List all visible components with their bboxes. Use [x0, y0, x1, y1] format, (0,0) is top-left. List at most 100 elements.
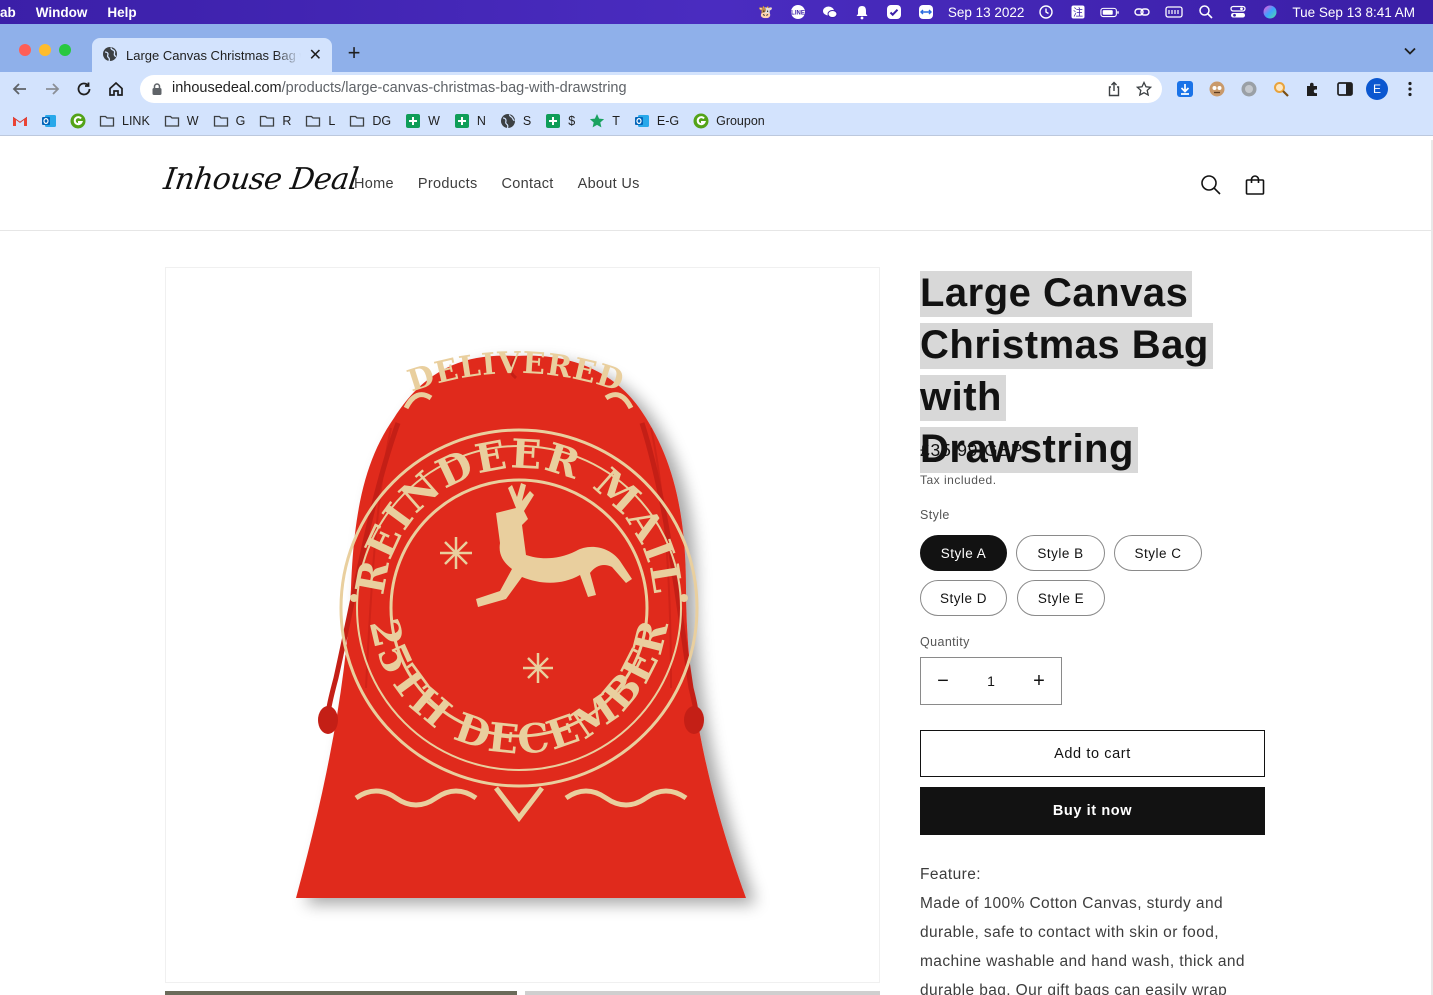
teamviewer-icon[interactable]	[916, 4, 936, 20]
product-gallery[interactable]: REINDEER MAIL 25TH DECEMBER DELIVERED	[165, 267, 880, 983]
description-line-1: Made of 100% Cotton Canvas, sturdy and	[920, 895, 1223, 912]
bookmark-item[interactable]: LINK	[99, 113, 150, 129]
bookmark-item[interactable]: E-G	[634, 113, 679, 129]
profile-avatar[interactable]: E	[1366, 78, 1388, 100]
bookmark-item[interactable]	[70, 113, 86, 129]
nav-products[interactable]: Products	[418, 176, 478, 192]
tab-search-chevron-icon[interactable]	[1403, 44, 1417, 58]
browser-toolbar: inhousedeal.com/products/large-canvas-ch…	[0, 72, 1433, 106]
gallery-thumbnail-strip[interactable]	[165, 991, 880, 995]
bookmark-label: W	[186, 113, 199, 128]
battery-icon[interactable]	[1100, 4, 1120, 20]
zoom-window-button[interactable]	[59, 44, 71, 56]
bookmark-star-icon[interactable]	[1135, 80, 1153, 101]
back-button[interactable]	[10, 79, 30, 99]
style-d-option[interactable]: Style D	[920, 580, 1007, 616]
bookmark-item[interactable]: DG	[349, 113, 391, 129]
bookmark-item[interactable]: S	[500, 113, 531, 129]
gmail-icon	[12, 113, 28, 129]
extensions-puzzle-icon[interactable]	[1303, 79, 1323, 99]
bookmark-item[interactable]: G	[213, 113, 246, 129]
kebab-menu-icon[interactable]	[1400, 79, 1420, 99]
lock-icon[interactable]	[151, 82, 163, 96]
bookmark-item[interactable]: L	[305, 113, 335, 129]
add-to-cart-button[interactable]: Add to cart	[920, 730, 1265, 777]
decrease-quantity-button[interactable]: −	[931, 670, 955, 694]
web-page: Inhouse Deal Home Products Contact About…	[0, 140, 1433, 995]
style-a-option[interactable]: Style A	[920, 535, 1007, 571]
bookmark-item[interactable]: N	[454, 113, 486, 129]
input-method-icon[interactable]: 注	[1068, 4, 1088, 20]
product-title-line-2: Christmas Bag with	[920, 323, 1213, 421]
nav-about-us[interactable]: About Us	[578, 176, 640, 192]
magnifier-extension-icon[interactable]	[1271, 79, 1291, 99]
bookmark-item[interactable]: W	[405, 113, 440, 129]
bookmark-item[interactable]: T	[589, 113, 620, 129]
forward-button[interactable]	[42, 79, 62, 99]
active-tab[interactable]: Large Canvas Christmas Bag with Drawstri…	[92, 38, 332, 72]
folder-icon	[349, 113, 365, 129]
link-icon[interactable]	[1132, 4, 1152, 20]
bookmark-item[interactable]: $	[545, 113, 575, 129]
siri-icon[interactable]	[1260, 4, 1280, 20]
bookmark-label: S	[522, 113, 532, 128]
notification-bell-icon[interactable]	[852, 4, 872, 20]
time-machine-icon[interactable]	[1036, 4, 1056, 20]
folder-icon	[305, 113, 321, 129]
style-c-option[interactable]: Style C	[1114, 535, 1202, 571]
increase-quantity-button[interactable]: +	[1027, 670, 1051, 694]
menu-window[interactable]: Window	[36, 5, 88, 20]
outlook-icon	[41, 113, 57, 129]
description-line-3: machine washable and hand wash, thick an…	[920, 953, 1245, 970]
bookmark-item[interactable]	[12, 113, 28, 129]
product-price: £35.99 GBP	[920, 440, 1024, 460]
tax-note: Tax included.	[920, 473, 997, 487]
nav-home[interactable]: Home	[354, 176, 394, 192]
bookmark-item[interactable]: W	[164, 113, 199, 129]
groupon-g-icon	[70, 113, 86, 129]
control-center-icon[interactable]	[1228, 4, 1248, 20]
share-icon[interactable]	[1106, 81, 1122, 101]
sheets-icon	[454, 113, 470, 129]
bookmark-item[interactable]	[41, 113, 57, 129]
wechat-icon[interactable]	[820, 4, 840, 20]
bookmark-label: LINK	[122, 113, 150, 128]
side-panel-icon[interactable]	[1335, 79, 1355, 99]
cart-icon[interactable]	[1243, 173, 1267, 197]
grey-circle-extension-icon[interactable]	[1239, 79, 1259, 99]
checkmark-app-icon[interactable]	[884, 4, 904, 20]
search-icon[interactable]	[1199, 173, 1223, 197]
menubar-date: Sep 13 2022	[947, 4, 1025, 20]
nav-contact[interactable]: Contact	[502, 176, 554, 192]
address-bar[interactable]: inhousedeal.com/products/large-canvas-ch…	[140, 75, 1162, 103]
thumbnail-2[interactable]	[525, 991, 880, 995]
close-window-button[interactable]	[19, 44, 31, 56]
home-button[interactable]	[106, 79, 126, 99]
close-tab-icon[interactable]: ✕	[309, 45, 322, 65]
cow-icon[interactable]: 🐮	[756, 4, 776, 20]
sheets-icon	[545, 113, 561, 129]
bookmark-label: G	[235, 113, 246, 128]
buy-it-now-button[interactable]: Buy it now	[920, 787, 1265, 835]
bookmark-label: E-G	[656, 113, 680, 128]
reload-button[interactable]	[74, 79, 94, 99]
style-b-option[interactable]: Style B	[1016, 535, 1105, 571]
sheets-icon	[405, 113, 421, 129]
product-image-christmas-bag[interactable]: REINDEER MAIL 25TH DECEMBER DELIVERED	[166, 268, 881, 984]
menu-app-fragment[interactable]: ab	[0, 5, 16, 20]
url-text[interactable]: inhousedeal.com/products/large-canvas-ch…	[172, 80, 627, 96]
minimize-window-button[interactable]	[39, 44, 51, 56]
bookmark-item[interactable]: R	[259, 113, 291, 129]
style-e-option[interactable]: Style E	[1017, 580, 1105, 616]
new-tab-button[interactable]: +	[343, 42, 365, 64]
menu-help[interactable]: Help	[107, 5, 136, 20]
thumbnail-1[interactable]	[165, 991, 517, 995]
keyboard-icon[interactable]	[1164, 4, 1184, 20]
spotlight-icon[interactable]	[1196, 4, 1216, 20]
quantity-input[interactable]: 1	[971, 673, 1011, 689]
site-logo[interactable]: Inhouse Deal	[162, 162, 361, 197]
avatar-extension-icon[interactable]	[1207, 79, 1227, 99]
line-icon[interactable]: LINE	[788, 4, 808, 20]
download-extension-icon[interactable]	[1175, 79, 1195, 99]
bookmark-item[interactable]: Groupon	[693, 113, 765, 129]
